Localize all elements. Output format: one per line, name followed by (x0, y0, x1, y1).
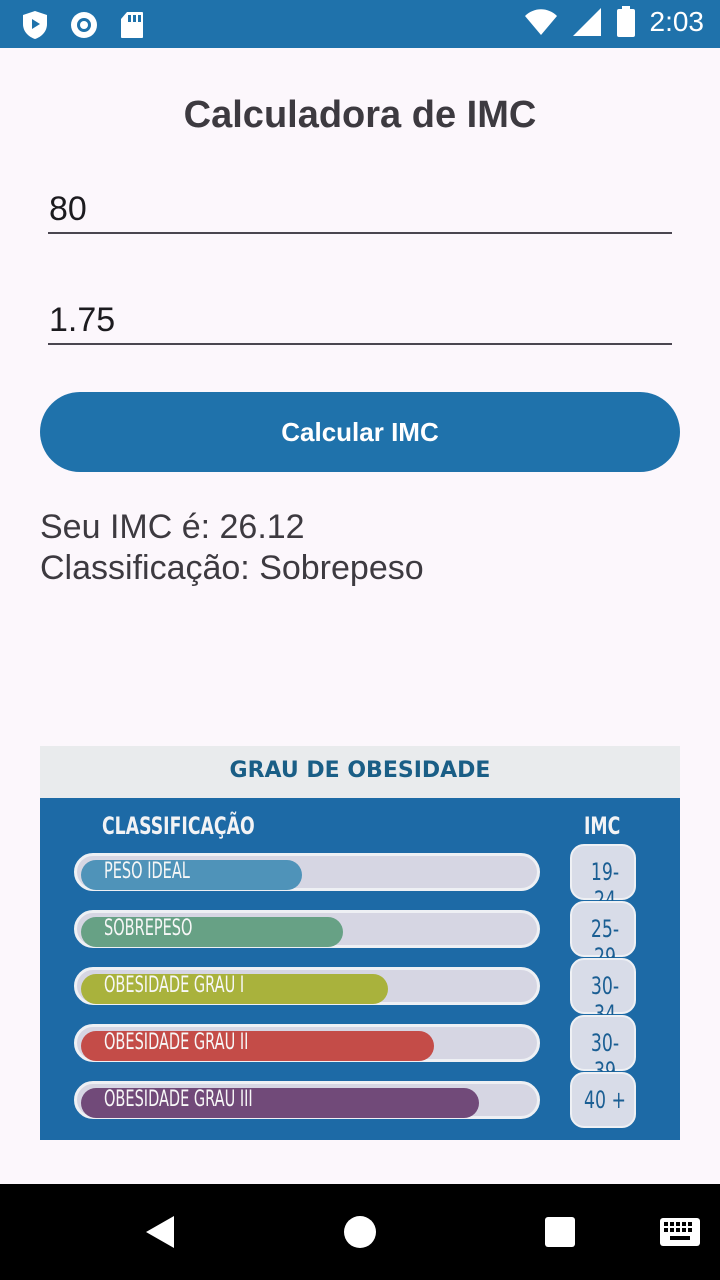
sd-card-icon (121, 12, 143, 38)
grade-label: OBESIDADE GRAU I (104, 973, 245, 998)
home-icon (344, 1216, 376, 1248)
grade-range-badge: 19-24 (570, 844, 636, 914)
record-icon (71, 12, 97, 38)
grade-label: OBESIDADE GRAU II (104, 1030, 249, 1055)
keyboard-button[interactable] (640, 1184, 720, 1280)
grade-row: SOBREPESO 25-29 (74, 901, 640, 971)
classification-column-header: CLASSIFICAÇÃO (102, 812, 255, 840)
bmi-classification: Classificação: Sobrepeso (40, 549, 424, 587)
grade-row: OBESIDADE GRAU III 40 + (74, 1072, 640, 1128)
calculate-button[interactable]: Calcular IMC (40, 392, 680, 472)
grade-range-badge: 30-39 (570, 1015, 636, 1085)
obesity-grade-title: GRAU DE OBESIDADE (229, 758, 491, 783)
grade-range-badge: 30-34 (570, 958, 636, 1028)
status-time: 2:03 (649, 6, 705, 37)
grade-row: OBESIDADE GRAU II 30-39 (74, 1015, 640, 1085)
imc-column-header: IMC (584, 812, 621, 840)
grade-range: 40 + (584, 1086, 626, 1114)
status-notifications (22, 10, 144, 40)
shield-icon (23, 11, 47, 39)
grade-label: PESO IDEAL (104, 859, 190, 884)
recents-button[interactable] (520, 1184, 600, 1280)
height-input[interactable] (48, 297, 672, 345)
obesity-grade-header: GRAU DE OBESIDADE (40, 746, 680, 798)
status-bar: 2:03 (0, 0, 720, 48)
recents-icon (545, 1217, 575, 1247)
status-system: 2:03 (524, 6, 705, 38)
obesity-grade-image: GRAU DE OBESIDADE CLASSIFICAÇÃO IMC PESO… (40, 746, 680, 1140)
grade-label: OBESIDADE GRAU III (104, 1087, 253, 1112)
home-button[interactable] (320, 1184, 400, 1280)
back-button[interactable] (120, 1184, 200, 1280)
obesity-grade-body: CLASSIFICAÇÃO IMC PESO IDEAL 19-24 SOBRE… (40, 798, 680, 1140)
grade-range-badge: 25-29 (570, 901, 636, 971)
grade-row: OBESIDADE GRAU I 30-34 (74, 958, 640, 1028)
page-title: Calculadora de IMC (183, 94, 537, 136)
grade-label: SOBREPESO (104, 916, 193, 941)
navigation-bar (0, 1184, 720, 1280)
keyboard-icon (660, 1218, 700, 1246)
bmi-result: Seu IMC é: 26.12 (40, 508, 305, 546)
grade-row: PESO IDEAL 19-24 (74, 844, 640, 914)
battery-icon (616, 6, 635, 37)
weight-input[interactable] (48, 186, 672, 234)
grade-range-badge: 40 + (570, 1072, 636, 1128)
signal-icon (572, 8, 601, 36)
back-icon (146, 1216, 174, 1248)
wifi-icon (524, 9, 557, 35)
